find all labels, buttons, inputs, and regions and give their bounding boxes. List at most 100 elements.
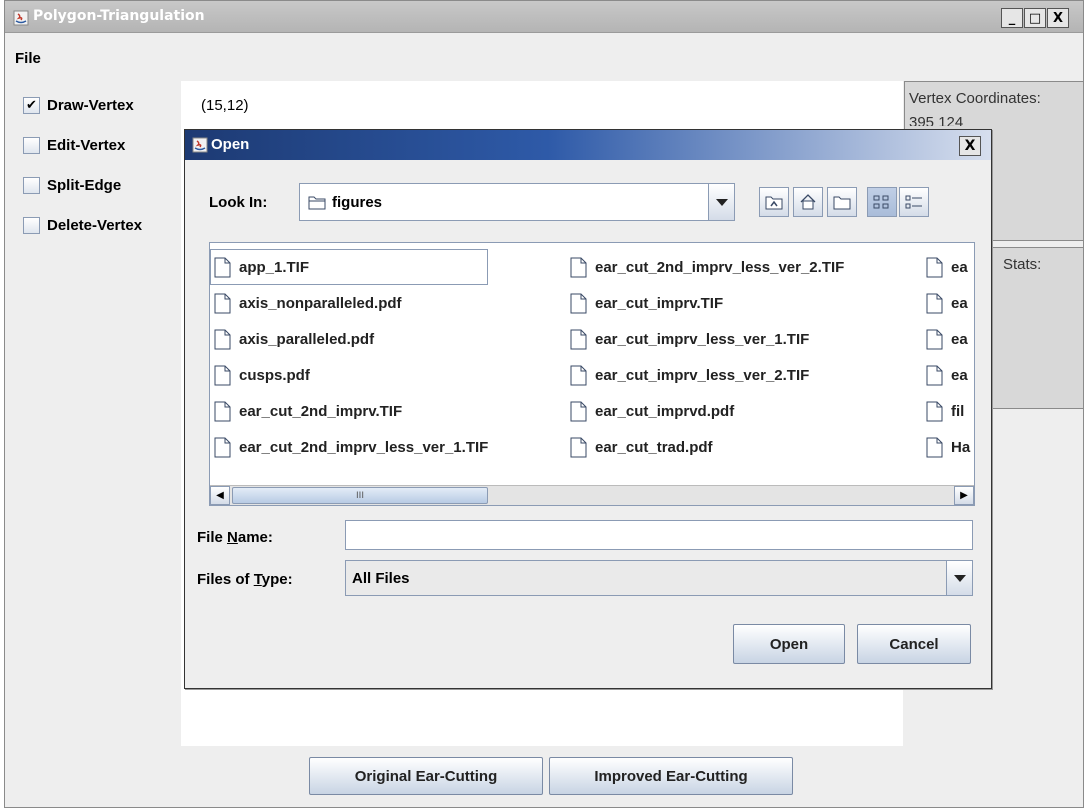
file-name: ear_cut_trad.pdf — [595, 438, 713, 456]
scroll-left-icon[interactable]: ◀ — [210, 486, 230, 505]
checkbox-unchecked-icon — [23, 216, 40, 234]
file-item[interactable]: cusps.pdf — [210, 357, 488, 393]
checkbox-unchecked-icon — [23, 136, 40, 154]
close-button[interactable]: X — [1047, 8, 1069, 28]
window-title: Polygon-Triangulation — [33, 8, 205, 24]
file-item[interactable]: ear_cut_2nd_imprv.TIF — [210, 393, 488, 429]
draw-vertex-label: Draw-Vertex — [47, 96, 134, 114]
checkbox-unchecked-icon — [23, 176, 40, 194]
file-name: ea — [951, 366, 968, 384]
folder-icon — [308, 196, 326, 210]
file-item[interactable]: ear_cut_imprv.TIF — [566, 285, 844, 321]
stats-title: Stats: — [1003, 256, 1042, 273]
file-icon — [214, 329, 231, 349]
details-view-button[interactable] — [899, 187, 929, 217]
file-item[interactable]: Ha — [922, 429, 970, 465]
chevron-down-icon[interactable] — [946, 561, 972, 595]
file-icon — [570, 365, 587, 385]
file-item[interactable]: axis_nonparalleled.pdf — [210, 285, 488, 321]
java-app-icon — [13, 10, 29, 26]
file-item[interactable]: ear_cut_imprv_less_ver_2.TIF — [566, 357, 844, 393]
file-icon — [214, 257, 231, 277]
file-item[interactable]: ear_cut_2nd_imprv_less_ver_2.TIF — [566, 249, 844, 285]
chevron-down-icon[interactable] — [708, 184, 734, 220]
look-in-value: figures — [332, 194, 383, 211]
up-folder-icon — [765, 196, 783, 210]
new-folder-icon — [833, 196, 851, 210]
scrollbar-thumb[interactable]: III — [232, 487, 488, 504]
file-name-label: File Name: — [197, 529, 273, 546]
details-view-icon — [905, 195, 922, 209]
file-item[interactable]: ea — [922, 249, 970, 285]
file-item[interactable]: app_1.TIF — [210, 249, 489, 285]
file-name-field[interactable] — [345, 520, 973, 550]
look-in-label: Look In: — [209, 194, 268, 211]
vertex-coordinate-entry: 395 124 — [909, 114, 964, 126]
file-name: ear_cut_imprv.TIF — [595, 294, 724, 312]
look-in-dropdown[interactable]: figures — [299, 183, 735, 221]
file-item[interactable]: ea — [922, 285, 970, 321]
file-column: ear_cut_2nd_imprv_less_ver_2.TIF ear_cut… — [566, 249, 844, 465]
file-icon — [570, 329, 587, 349]
edit-vertex-checkbox[interactable]: Edit-Vertex — [23, 125, 142, 165]
file-item[interactable]: ea — [922, 357, 970, 393]
menu-bar: File — [5, 33, 1083, 73]
file-icon — [926, 293, 943, 313]
file-name: ea — [951, 258, 968, 276]
file-icon — [570, 401, 587, 421]
original-ear-cutting-button[interactable]: Original Ear-Cutting — [309, 757, 543, 795]
up-one-level-button[interactable] — [759, 187, 789, 217]
open-file-dialog: Open X Look In: figures app_1.TIF axis_n… — [184, 129, 992, 689]
edit-vertex-label: Edit-Vertex — [47, 136, 126, 154]
file-name: app_1.TIF — [239, 258, 310, 276]
horizontal-scrollbar[interactable]: ◀ III ▶ — [210, 485, 974, 505]
file-name: axis_nonparalleled.pdf — [239, 294, 402, 312]
file-name: ear_cut_2nd_imprv_less_ver_1.TIF — [239, 438, 489, 456]
dialog-close-button[interactable]: X — [959, 136, 981, 156]
draw-vertex-checkbox[interactable]: ✔ Draw-Vertex — [23, 85, 142, 125]
new-folder-button[interactable] — [827, 187, 857, 217]
file-column: ea ea ea ea fil Ha — [922, 249, 970, 465]
file-item[interactable]: ea — [922, 321, 970, 357]
scroll-right-icon[interactable]: ▶ — [954, 486, 974, 505]
checkbox-checked-icon: ✔ — [23, 96, 40, 114]
files-of-type-dropdown[interactable]: All Files — [345, 560, 973, 596]
file-item[interactable]: ear_cut_imprvd.pdf — [566, 393, 844, 429]
file-list[interactable]: app_1.TIF axis_nonparalleled.pdf axis_pa… — [209, 242, 975, 506]
home-button[interactable] — [793, 187, 823, 217]
home-icon — [800, 194, 816, 210]
file-icon — [926, 329, 943, 349]
open-button[interactable]: Open — [733, 624, 845, 664]
delete-vertex-checkbox[interactable]: Delete-Vertex — [23, 205, 142, 245]
menu-file[interactable]: File — [15, 50, 41, 67]
file-item[interactable]: fil — [922, 393, 970, 429]
file-name: ea — [951, 330, 968, 348]
window-titlebar[interactable]: Polygon-Triangulation _ □ X — [5, 1, 1083, 33]
file-icon — [214, 401, 231, 421]
file-icon — [570, 437, 587, 457]
mode-checkboxes: ✔ Draw-Vertex Edit-Vertex Split-Edge Del… — [23, 85, 142, 245]
file-item[interactable]: ear_cut_2nd_imprv_less_ver_1.TIF — [210, 429, 488, 465]
file-item[interactable]: ear_cut_imprv_less_ver_1.TIF — [566, 321, 844, 357]
file-name: ea — [951, 294, 968, 312]
file-icon — [926, 437, 943, 457]
list-view-button[interactable] — [867, 187, 897, 217]
file-name: fil — [951, 402, 965, 420]
file-icon — [214, 293, 231, 313]
file-column: app_1.TIF axis_nonparalleled.pdf axis_pa… — [210, 249, 489, 465]
cursor-coordinate: (15,12) — [201, 97, 249, 114]
file-name: Ha — [951, 438, 971, 456]
java-app-icon — [192, 137, 208, 153]
file-icon — [926, 257, 943, 277]
file-icon — [570, 293, 587, 313]
split-edge-label: Split-Edge — [47, 176, 122, 194]
file-item[interactable]: ear_cut_trad.pdf — [566, 429, 844, 465]
dialog-titlebar[interactable]: Open X — [185, 130, 991, 160]
cancel-button[interactable]: Cancel — [857, 624, 971, 664]
maximize-button[interactable]: □ — [1024, 8, 1046, 28]
improved-ear-cutting-button[interactable]: Improved Ear-Cutting — [549, 757, 793, 795]
file-item[interactable]: axis_paralleled.pdf — [210, 321, 488, 357]
minimize-button[interactable]: _ — [1001, 8, 1023, 28]
file-name: ear_cut_2nd_imprv.TIF — [239, 402, 403, 420]
split-edge-checkbox[interactable]: Split-Edge — [23, 165, 142, 205]
